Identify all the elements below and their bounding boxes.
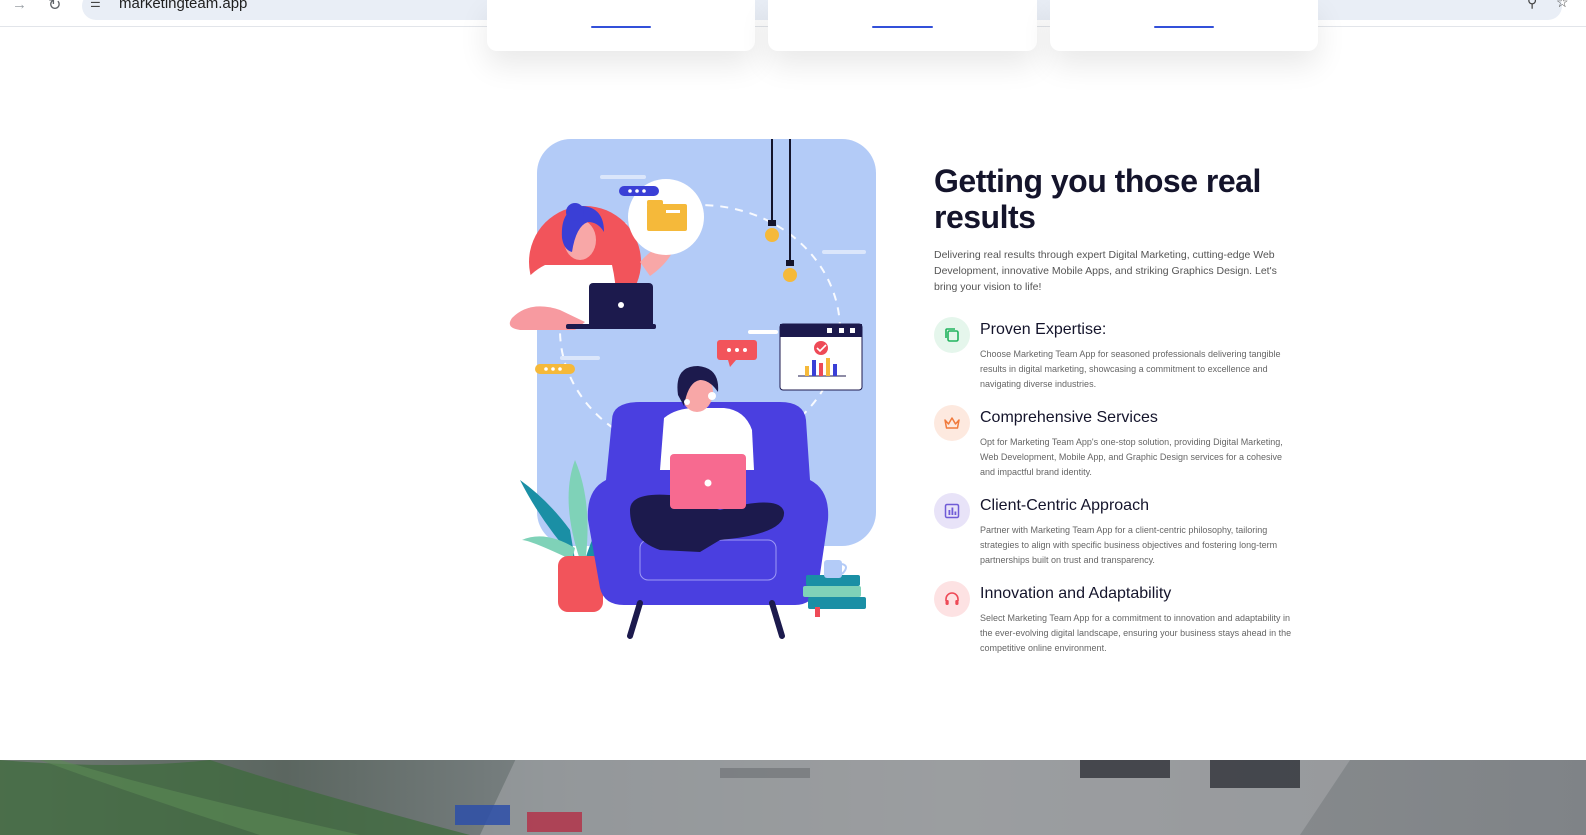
zoom-icon[interactable]: ⚲: [1527, 0, 1537, 11]
reload-icon[interactable]: ↻: [48, 0, 61, 15]
service-card: [487, 0, 755, 51]
card-link[interactable]: [872, 26, 933, 28]
feature-description: Partner with Marketing Team App for a cl…: [980, 525, 1278, 565]
service-card: [768, 0, 1037, 51]
feature-description: Choose Marketing Team App for seasoned p…: [980, 349, 1281, 389]
section-intro: Delivering real results through expert D…: [934, 249, 1277, 293]
feature-title: Innovation and Adaptability: [980, 585, 1172, 602]
card-link[interactable]: [591, 26, 651, 28]
service-card: [1050, 0, 1318, 51]
bookmark-star-icon[interactable]: ☆: [1556, 0, 1569, 11]
section-heading: Getting you those real results: [934, 163, 1261, 235]
card-link[interactable]: [1154, 26, 1214, 28]
site-settings-icon[interactable]: ☰: [90, 0, 101, 10]
forward-arrow-icon[interactable]: →: [12, 0, 27, 13]
results-illustration: [509, 139, 876, 639]
feature-description: Select Marketing Team App for a commitme…: [980, 613, 1292, 653]
feature-title: Comprehensive Services: [980, 409, 1158, 426]
feature-description: Opt for Marketing Team App's one-stop so…: [980, 437, 1283, 477]
feature-title: Client-Centric Approach: [980, 497, 1149, 514]
url-text[interactable]: marketingteam.app: [119, 0, 247, 12]
headphones-icon: [934, 581, 970, 617]
crown-icon: [934, 405, 970, 441]
copy-icon: [934, 317, 970, 353]
dashboard-background-image: [0, 760, 1586, 835]
feature-title: Proven Expertise:: [980, 321, 1107, 338]
chart-icon: [934, 493, 970, 529]
